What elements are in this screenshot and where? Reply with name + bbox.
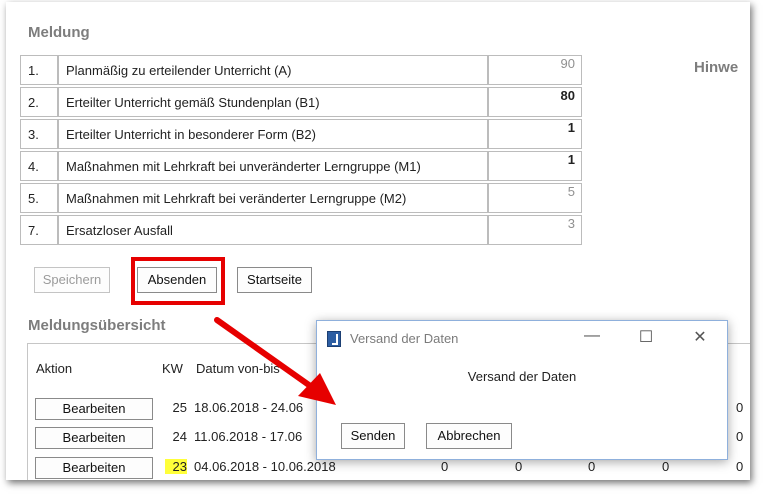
- value-cell: 0: [441, 459, 449, 474]
- section-title-meldung: Meldung: [28, 24, 90, 41]
- row-number: 5.: [20, 183, 58, 213]
- dialog-message: Versand der Daten: [467, 369, 577, 384]
- row-label: Maßnahmen mit Lehrkraft bei unveränderte…: [58, 151, 488, 181]
- row-value-input[interactable]: 5: [488, 183, 582, 213]
- value-cell: 0: [588, 459, 596, 474]
- row-value-input[interactable]: 80: [488, 87, 582, 117]
- kw-cell: 25: [172, 400, 187, 415]
- app-logo-icon: [327, 331, 341, 347]
- meldung-row: 2. Erteilter Unterricht gemäß Stundenpla…: [20, 87, 582, 119]
- close-icon[interactable]: ✕: [689, 327, 711, 347]
- row-value-input[interactable]: 3: [488, 215, 582, 245]
- meldung-row: 3. Erteilter Unterricht in besonderer Fo…: [20, 119, 582, 151]
- edit-button[interactable]: Bearbeiten: [35, 427, 153, 449]
- value-cell: 0: [736, 459, 744, 474]
- column-header-kw: KW: [162, 361, 183, 376]
- maximize-icon[interactable]: ☐: [635, 327, 657, 347]
- minimize-icon[interactable]: —: [581, 327, 603, 345]
- row-label: Erteilter Unterricht gemäß Stundenplan (…: [58, 87, 488, 117]
- column-header-action: Aktion: [36, 361, 73, 376]
- row-number: 4.: [20, 151, 58, 181]
- column-header-date: Datum von-bis: [196, 361, 280, 376]
- row-number: 2.: [20, 87, 58, 117]
- edit-button[interactable]: Bearbeiten: [35, 398, 153, 420]
- kw-cell-highlighted: 23: [165, 459, 187, 474]
- send-data-dialog: Versand der Daten — ☐ ✕ Versand der Date…: [316, 320, 728, 460]
- row-label: Planmäßig zu erteilender Unterricht (A): [58, 55, 488, 85]
- value-cell: 0: [736, 429, 744, 444]
- edit-button[interactable]: Bearbeiten: [35, 457, 153, 479]
- row-number: 1.: [20, 55, 58, 85]
- section-title-overview: Meldungsübersicht: [28, 317, 166, 334]
- value-cell: 0: [662, 459, 670, 474]
- kw-cell: 24: [172, 429, 187, 444]
- row-label: Maßnahmen mit Lehrkraft bei veränderter …: [58, 183, 488, 213]
- app-window: Meldung Hinwe 1. Planmäßig zu erteilende…: [6, 2, 750, 480]
- date-cell: 11.06.2018 - 17.06: [194, 429, 303, 444]
- row-label: Erteilter Unterricht in besonderer Form …: [58, 119, 488, 149]
- dialog-title: Versand der Daten: [350, 331, 459, 346]
- row-value-input[interactable]: 1: [488, 151, 582, 181]
- hinweis-heading: Hinwe: [694, 59, 739, 76]
- value-cell: 0: [515, 459, 523, 474]
- row-label: Ersatzloser Ausfall: [58, 215, 488, 245]
- send-button-highlight: [131, 257, 225, 305]
- date-cell: 04.06.2018 - 10.06.2018: [194, 459, 336, 474]
- dialog-cancel-button[interactable]: Abbrechen: [426, 423, 512, 449]
- meldung-row: 5. Maßnahmen mit Lehrkraft bei verändert…: [20, 183, 582, 215]
- meldung-row: 7. Ersatzloser Ausfall 3: [20, 215, 582, 247]
- row-number: 3.: [20, 119, 58, 149]
- save-button[interactable]: Speichern: [34, 267, 110, 293]
- meldung-row: 4. Maßnahmen mit Lehrkraft bei unverände…: [20, 151, 582, 183]
- row-number: 7.: [20, 215, 58, 245]
- home-button[interactable]: Startseite: [237, 267, 312, 293]
- dialog-send-button[interactable]: Senden: [341, 423, 405, 449]
- row-value-input[interactable]: 1: [488, 119, 582, 149]
- date-cell: 18.06.2018 - 24.06: [194, 400, 304, 415]
- row-value-input[interactable]: 90: [488, 55, 582, 85]
- meldung-row: 1. Planmäßig zu erteilender Unterricht (…: [20, 55, 582, 87]
- value-cell: 0: [736, 400, 744, 415]
